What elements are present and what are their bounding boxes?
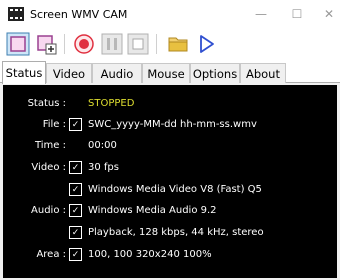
- tab-mouse[interactable]: Mouse: [142, 63, 190, 83]
- tab-video[interactable]: Video: [46, 63, 92, 83]
- tab-about[interactable]: About: [240, 63, 286, 83]
- area-value: 100, 100 320x240 100%: [88, 249, 212, 260]
- record-icon: [74, 34, 94, 54]
- video-codec-value: Windows Media Video V8 (Fast) Q5: [88, 184, 262, 195]
- checkmark-icon: ✓: [71, 119, 80, 130]
- tab-audio[interactable]: Audio: [92, 63, 142, 83]
- close-button[interactable]: ✕: [318, 4, 340, 24]
- tab-options[interactable]: Options: [190, 63, 240, 83]
- tab-status[interactable]: Status: [2, 61, 46, 84]
- time-label: Time :: [34, 140, 66, 151]
- pause-icon: [101, 33, 123, 55]
- app-icon: [8, 7, 24, 21]
- record-button[interactable]: [72, 32, 96, 56]
- title-bar: Screen WMV CAM — ☐ ✕: [0, 0, 340, 30]
- audio-format-checkbox[interactable]: ✓: [69, 226, 82, 239]
- pause-button[interactable]: [100, 32, 124, 56]
- tab-bar: Status Video Audio Mouse Options About: [0, 61, 340, 84]
- checkmark-icon: ✓: [71, 249, 80, 260]
- add-region-icon: [37, 35, 57, 55]
- area-label: Area :: [36, 249, 66, 260]
- video-fps-value: 30 fps: [88, 162, 119, 173]
- audio-format-value: Playback, 128 kbps, 44 kHz, stereo: [88, 227, 264, 238]
- add-region-button[interactable]: [34, 32, 58, 56]
- select-region-icon: [6, 32, 30, 56]
- status-label: Status :: [27, 98, 66, 109]
- time-value: 00:00: [88, 140, 117, 151]
- video-label: Video :: [31, 162, 66, 173]
- maximize-icon: ☐: [291, 7, 303, 21]
- stop-icon: [127, 33, 149, 55]
- video-fps-checkbox[interactable]: ✓: [69, 161, 82, 174]
- checkmark-icon: ✓: [71, 162, 80, 173]
- checkmark-icon: ✓: [71, 184, 80, 195]
- minimize-icon: —: [255, 7, 267, 21]
- play-icon: [200, 35, 214, 53]
- toolbar-separator: [156, 34, 157, 54]
- checkmark-icon: ✓: [71, 227, 80, 238]
- audio-codec-value: Windows Media Audio 9.2: [88, 205, 217, 216]
- stop-button[interactable]: [126, 32, 150, 56]
- file-value: SWC_yyyy-MM-dd hh-mm-ss.wmv: [88, 119, 257, 130]
- status-value: STOPPED: [88, 98, 135, 109]
- window-title: Screen WMV CAM: [30, 8, 128, 21]
- close-icon: ✕: [323, 7, 335, 21]
- minimize-button[interactable]: —: [250, 4, 272, 24]
- toolbar: [0, 32, 340, 58]
- toolbar-separator: [64, 34, 65, 54]
- status-panel: Status : STOPPED File : ✓ SWC_yyyy-MM-dd…: [0, 83, 340, 280]
- status-display: Status : STOPPED File : ✓ SWC_yyyy-MM-dd…: [3, 85, 337, 278]
- play-button[interactable]: [194, 32, 218, 56]
- audio-codec-checkbox[interactable]: ✓: [69, 204, 82, 217]
- audio-label: Audio :: [31, 205, 66, 216]
- file-checkbox[interactable]: ✓: [69, 118, 82, 131]
- file-label: File :: [42, 119, 66, 130]
- video-codec-checkbox[interactable]: ✓: [69, 183, 82, 196]
- checkmark-icon: ✓: [71, 205, 80, 216]
- open-folder-icon: [168, 37, 188, 52]
- maximize-button[interactable]: ☐: [286, 4, 308, 24]
- select-region-button[interactable]: [6, 32, 30, 56]
- open-folder-button[interactable]: [166, 32, 190, 56]
- area-checkbox[interactable]: ✓: [69, 248, 82, 261]
